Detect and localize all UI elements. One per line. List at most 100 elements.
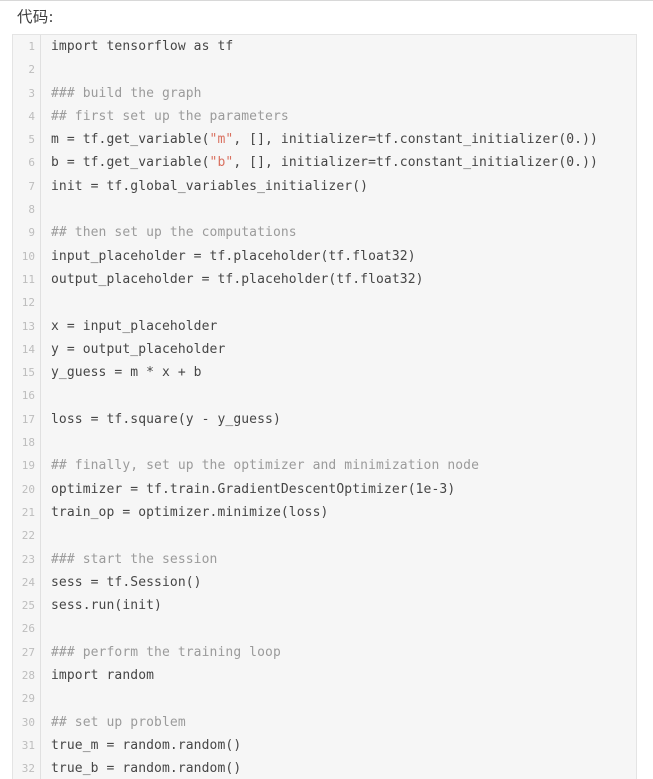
line-number: 6 <box>13 151 41 175</box>
code-token-code: true_m = random.random() <box>51 737 242 753</box>
line-number: 13 <box>13 314 41 338</box>
code-lines-body: 1 import tensorflow as tf 2 3 ### build the… <box>13 35 636 779</box>
page-root: 代码: 1 import tensorflow as tf 2 3 ### build… <box>0 0 653 779</box>
line-number: 3 <box>13 81 41 105</box>
code-line-content[interactable]: sess = tf.Session() <box>40 570 636 595</box>
code-token-code: optimizer = tf.train.GradientDescentOpti… <box>51 481 456 497</box>
code-line-content[interactable] <box>40 58 636 82</box>
code-line-content[interactable]: loss = tf.square(y - y_guess) <box>40 407 636 432</box>
code-token-code: sess.run(init) <box>51 598 162 614</box>
code-line: 12 <box>13 291 636 315</box>
code-line: 17 loss = tf.square(y - y_guess) <box>13 407 636 432</box>
code-line-content[interactable]: ## finally, set up the optimizer and min… <box>40 454 636 478</box>
code-line: 18 <box>13 431 636 455</box>
code-line: 11 output_placeholder = tf.placeholder(tf… <box>13 267 636 292</box>
code-token-string: "b" <box>209 155 234 171</box>
code-token-comment: ### start the session <box>51 551 218 567</box>
code-block: 1 import tensorflow as tf 2 3 ### build the… <box>12 34 637 779</box>
code-line: 26 <box>13 617 636 641</box>
code-line: 3 ### build the graph <box>13 81 636 105</box>
code-line: 9 ## then set up the computations <box>13 221 636 245</box>
code-line: 2 <box>13 58 636 82</box>
code-token-code: true_b = random.random() <box>51 761 242 777</box>
code-line: 31 true_m = random.random() <box>13 733 636 758</box>
code-line-content[interactable]: import random <box>40 664 636 688</box>
code-line-content[interactable] <box>40 687 636 711</box>
code-line-content[interactable] <box>40 291 636 315</box>
code-line-content[interactable]: ## first set up the parameters <box>40 104 636 129</box>
code-token-code: train_op = optimizer.minimize(loss) <box>51 504 329 520</box>
line-number: 23 <box>13 547 41 571</box>
line-number: 17 <box>13 407 41 432</box>
code-line-content[interactable] <box>40 431 636 455</box>
code-token-code: output_placeholder = tf.placeholder(tf.f… <box>51 271 424 287</box>
code-line-content[interactable]: y_guess = m * x + b <box>40 361 636 385</box>
code-line-content[interactable] <box>40 384 636 408</box>
code-line: 24 sess = tf.Session() <box>13 570 636 595</box>
code-line-content[interactable]: init = tf.global_variables_initializer() <box>40 174 636 199</box>
code-token-comment: ## set up problem <box>51 714 186 730</box>
code-line: 8 <box>13 198 636 222</box>
code-line: 23 ### start the session <box>13 547 636 571</box>
code-token-code: import random <box>51 668 155 684</box>
code-token-code: x = input_placeholder <box>51 318 218 334</box>
code-line-content[interactable]: true_m = random.random() <box>40 733 636 758</box>
code-line-content[interactable]: import tensorflow as tf <box>40 35 636 59</box>
code-line-content[interactable]: output_placeholder = tf.placeholder(tf.f… <box>40 267 636 292</box>
code-line-content[interactable] <box>40 617 636 641</box>
code-line: 5m = tf.get_variable("m", [], initialize… <box>13 128 636 152</box>
line-number: 27 <box>13 640 41 665</box>
code-line-content[interactable] <box>40 524 636 548</box>
line-number: 24 <box>13 570 41 595</box>
code-line-content[interactable]: y = output_placeholder <box>40 337 636 362</box>
line-number: 12 <box>13 291 41 315</box>
code-token-comment: ### perform the training loop <box>51 644 281 660</box>
line-number: 28 <box>13 664 41 688</box>
code-line-content[interactable]: ### start the session <box>40 547 636 571</box>
code-line-content[interactable] <box>40 198 636 222</box>
code-line: 7 init = tf.global_variables_initializer(… <box>13 174 636 199</box>
line-number: 15 <box>13 361 41 385</box>
code-line: 20 optimizer = tf.train.GradientDescentOp… <box>13 477 636 501</box>
line-number: 2 <box>13 58 41 82</box>
code-line-content[interactable]: train_op = optimizer.minimize(loss) <box>40 500 636 525</box>
line-number: 20 <box>13 477 41 501</box>
code-token-comment: ## then set up the computations <box>51 225 297 241</box>
code-line-content[interactable]: b = tf.get_variable("b", [], initializer… <box>40 151 636 175</box>
code-token-code: input_placeholder = tf.placeholder(tf.fl… <box>51 248 416 264</box>
code-line-content[interactable]: ## set up problem <box>40 710 636 734</box>
code-line: 32 true_b = random.random() <box>13 757 636 779</box>
code-line: 25 sess.run(init) <box>13 594 636 618</box>
code-line-content[interactable]: sess.run(init) <box>40 594 636 618</box>
line-number: 25 <box>13 594 41 618</box>
code-line: 28 import random <box>13 664 636 688</box>
code-token-comment: ### build the graph <box>51 85 202 101</box>
code-token-code: , [], initializer=tf.constant_initialize… <box>233 132 598 148</box>
code-line: 6b = tf.get_variable("b", [], initialize… <box>13 151 636 175</box>
code-token-code: , [], initializer=tf.constant_initialize… <box>233 155 598 171</box>
code-line-content[interactable]: x = input_placeholder <box>40 314 636 338</box>
line-number: 5 <box>13 128 41 152</box>
code-line-content[interactable]: ### build the graph <box>40 81 636 105</box>
code-token-code: b = tf.get_variable( <box>51 155 210 171</box>
code-line: 13 x = input_placeholder <box>13 314 636 338</box>
code-line: 14 y = output_placeholder <box>13 337 636 362</box>
line-number: 4 <box>13 104 41 129</box>
line-number: 18 <box>13 431 41 455</box>
code-line-content[interactable]: m = tf.get_variable("m", [], initializer… <box>40 128 636 152</box>
code-line: 27 ### perform the training loop <box>13 640 636 665</box>
line-number: 16 <box>13 384 41 408</box>
code-line-content[interactable]: true_b = random.random() <box>40 757 636 779</box>
code-token-code: loss = tf.square(y - y_guess) <box>51 411 281 427</box>
code-line: 30 ## set up problem <box>13 710 636 734</box>
code-token-code: init = tf.global_variables_initializer() <box>51 178 369 194</box>
code-line-content[interactable]: optimizer = tf.train.GradientDescentOpti… <box>40 477 636 501</box>
line-number: 29 <box>13 687 41 711</box>
code-line-content[interactable]: input_placeholder = tf.placeholder(tf.fl… <box>40 244 636 268</box>
code-line-content[interactable]: ### perform the training loop <box>40 640 636 665</box>
line-number: 7 <box>13 174 41 199</box>
code-line-content[interactable]: ## then set up the computations <box>40 221 636 245</box>
line-number: 30 <box>13 710 41 734</box>
line-number: 8 <box>13 198 41 222</box>
line-number: 1 <box>13 35 41 59</box>
